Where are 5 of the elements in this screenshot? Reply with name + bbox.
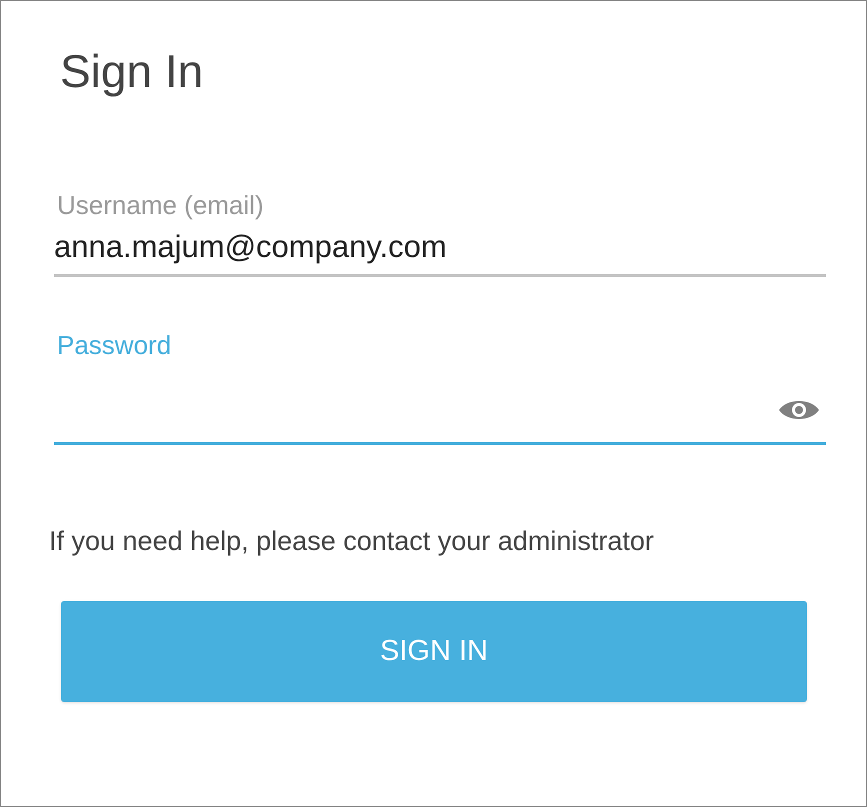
input-field[interactable]: anna.majum@company.com <box>54 221 826 277</box>
field-label: Username (email) <box>57 189 265 221</box>
help-text: If you need help, please contact your administrator <box>49 525 655 558</box>
page-title: Sign In <box>60 44 204 99</box>
field-label: Password <box>57 329 172 361</box>
